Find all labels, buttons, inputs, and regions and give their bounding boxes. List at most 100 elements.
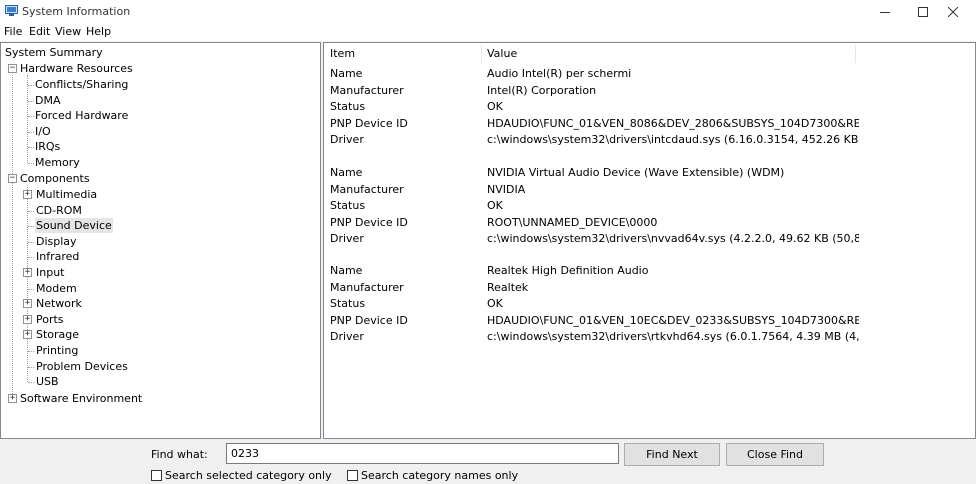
find-input[interactable]	[226, 443, 619, 464]
menu-view[interactable]: View	[55, 25, 81, 38]
tree-line	[28, 147, 34, 148]
detail-item-value[interactable]: Realtek High Definition Audio	[487, 264, 648, 277]
detail-item-name[interactable]: Status	[330, 100, 365, 113]
detail-item-name[interactable]: Name	[330, 67, 362, 80]
tree-item[interactable]: CD-ROM	[35, 203, 83, 218]
tree-line	[12, 75, 13, 398]
category-tree[interactable]: System Summary − Hardware Resources Conf…	[0, 42, 321, 439]
tree-item[interactable]: Modem	[35, 281, 78, 296]
tree-line	[28, 85, 34, 86]
close-button[interactable]	[930, 0, 976, 23]
tree-item[interactable]: Infrared	[35, 249, 80, 264]
tree-item[interactable]: Conflicts/Sharing	[35, 77, 128, 92]
checkbox-box[interactable]	[347, 470, 358, 481]
detail-item-value[interactable]: NVIDIA Virtual Audio Device (Wave Extens…	[487, 166, 784, 179]
tree-line	[28, 382, 34, 383]
tree-item[interactable]: Input	[35, 265, 65, 280]
collapse-icon[interactable]: −	[8, 174, 17, 183]
menu-edit[interactable]: Edit	[29, 25, 50, 38]
tree-item-components[interactable]: Components	[20, 171, 90, 186]
tree-item[interactable]: Storage	[35, 327, 80, 342]
detail-item-value[interactable]: OK	[487, 297, 503, 310]
column-header-value[interactable]: Value	[487, 47, 517, 60]
detail-item-value[interactable]: c:\windows\system32\drivers\rtkvhd64.sys…	[487, 330, 859, 343]
detail-item-value[interactable]: NVIDIA	[487, 183, 525, 196]
find-next-button[interactable]: Find Next	[624, 443, 720, 466]
menu-help[interactable]: Help	[86, 25, 111, 38]
column-divider[interactable]	[855, 45, 856, 63]
column-divider[interactable]	[481, 45, 482, 63]
detail-item-value[interactable]: OK	[487, 100, 503, 113]
detail-item-value[interactable]: OK	[487, 199, 503, 212]
menu-file[interactable]: File	[4, 25, 22, 38]
menu-bar: File Edit View Help	[0, 23, 976, 41]
detail-item-value[interactable]: HDAUDIO\FUNC_01&VEN_10EC&DEV_0233&SUBSYS…	[487, 314, 859, 327]
search-category-names-checkbox[interactable]: Search category names only	[347, 469, 518, 482]
detail-item-name[interactable]: Status	[330, 199, 365, 212]
tree-line	[28, 367, 34, 368]
system-information-icon	[5, 5, 18, 16]
detail-item-value[interactable]: c:\windows\system32\drivers\intcdaud.sys…	[487, 133, 859, 146]
column-header-item[interactable]: Item	[330, 47, 355, 60]
tree-line	[28, 132, 34, 133]
search-selected-category-checkbox[interactable]: Search selected category only	[151, 469, 332, 482]
detail-item-name[interactable]: Manufacturer	[330, 183, 404, 196]
tree-item[interactable]: Forced Hardware	[35, 108, 128, 123]
detail-item-value[interactable]: Realtek	[487, 281, 528, 294]
detail-item-value[interactable]: Audio Intel(R) per schermi	[487, 67, 631, 80]
checkbox-box[interactable]	[151, 470, 162, 481]
close-find-button[interactable]: Close Find	[726, 443, 824, 466]
tree-item[interactable]: USB	[35, 374, 60, 389]
tree-item[interactable]: I/O	[35, 124, 51, 139]
detail-item-value[interactable]: Intel(R) Corporation	[487, 84, 596, 97]
detail-item-name[interactable]: Name	[330, 264, 362, 277]
maximize-icon	[918, 6, 928, 17]
title-bar: System Information	[0, 0, 976, 23]
detail-item-name[interactable]: PNP Device ID	[330, 314, 408, 327]
detail-item-value[interactable]: c:\windows\system32\drivers\nvvad64v.sys…	[487, 232, 859, 245]
tree-item[interactable]: Multimedia	[35, 187, 98, 202]
detail-item-value[interactable]: ROOT\UNNAMED_DEVICE\0000	[487, 216, 657, 229]
tree-item[interactable]: Ports	[35, 312, 65, 327]
detail-item-name[interactable]: Driver	[330, 330, 364, 343]
detail-item-name[interactable]: PNP Device ID	[330, 117, 408, 130]
tree-line	[28, 351, 34, 352]
tree-item[interactable]: Sound Device	[35, 218, 113, 233]
tree-item-hardware-resources[interactable]: Hardware Resources	[20, 61, 133, 76]
expand-icon[interactable]: +	[23, 190, 32, 199]
collapse-icon[interactable]: −	[8, 64, 17, 73]
tree-item[interactable]: Problem Devices	[35, 359, 129, 374]
tree-item-software-environment[interactable]: Software Environment	[20, 391, 142, 406]
tree-item[interactable]: Network	[35, 296, 83, 311]
detail-item-name[interactable]: Name	[330, 166, 362, 179]
expand-icon[interactable]: +	[23, 268, 32, 277]
tree-line	[28, 211, 34, 212]
find-what-label: Find what:	[151, 448, 208, 461]
details-list[interactable]: Item Value Name Audio Intel(R) per scherm…	[323, 42, 976, 439]
tree-item[interactable]: DMA	[35, 93, 61, 108]
tree-line	[28, 257, 34, 258]
detail-item-name[interactable]: PNP Device ID	[330, 216, 408, 229]
tree-line	[28, 116, 34, 117]
detail-item-name[interactable]: Manufacturer	[330, 281, 404, 294]
detail-item-name[interactable]: Status	[330, 297, 365, 310]
expand-icon[interactable]: +	[23, 315, 32, 324]
detail-item-name[interactable]: Driver	[330, 232, 364, 245]
detail-item-value[interactable]: HDAUDIO\FUNC_01&VEN_8086&DEV_2806&SUBSYS…	[487, 117, 859, 130]
tree-item-system-summary[interactable]: System Summary	[5, 45, 103, 60]
tree-line	[28, 101, 34, 102]
minimize-icon	[880, 11, 890, 13]
expand-icon[interactable]: +	[8, 394, 17, 403]
tree-item[interactable]: IRQs	[35, 139, 60, 154]
tree-line	[28, 163, 34, 164]
expand-icon[interactable]: +	[23, 299, 32, 308]
tree-line	[28, 242, 34, 243]
detail-item-name[interactable]: Manufacturer	[330, 84, 404, 97]
tree-line	[28, 226, 34, 227]
tree-item[interactable]: Display	[35, 234, 78, 249]
detail-item-name[interactable]: Driver	[330, 133, 364, 146]
tree-item[interactable]: Printing	[35, 343, 79, 358]
tree-line	[27, 185, 28, 382]
expand-icon[interactable]: +	[23, 330, 32, 339]
tree-item[interactable]: Memory	[35, 155, 80, 170]
